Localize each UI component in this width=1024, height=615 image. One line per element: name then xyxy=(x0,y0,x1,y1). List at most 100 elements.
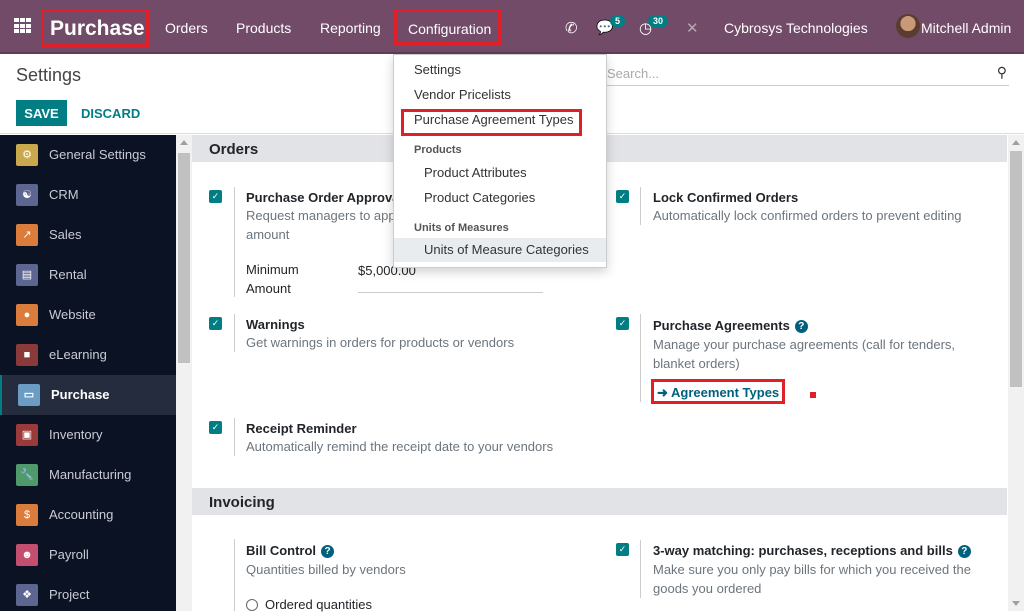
avatar[interactable] xyxy=(896,14,920,38)
search-placeholder: Search... xyxy=(607,66,660,81)
sidebar-item-label: Project xyxy=(49,587,90,602)
top-navbar: Purchase Orders Products Reporting Confi… xyxy=(0,0,1024,54)
divider xyxy=(234,418,235,456)
main-scroll-thumb[interactable] xyxy=(1010,151,1022,387)
dropdown-item-uom-categories[interactable]: Units of Measure Categories xyxy=(394,238,606,262)
user-menu[interactable]: Mitchell Admin xyxy=(921,20,1011,36)
minimum-amount-label-2: Amount xyxy=(246,281,291,296)
lock-orders-desc: Automatically lock confirmed orders to p… xyxy=(653,208,962,223)
three-way-matching-title: 3-way matching: purchases, receptions an… xyxy=(653,543,971,559)
divider xyxy=(234,539,235,611)
agreements-desc: Manage your purchase agreements (call fo… xyxy=(653,337,956,352)
sidebar-scrollbar[interactable] xyxy=(176,135,192,611)
menu-orders[interactable]: Orders xyxy=(165,20,208,36)
help-icon[interactable]: ? xyxy=(957,545,971,559)
bill-control-title: Bill Control? xyxy=(246,543,335,559)
scroll-up-icon[interactable] xyxy=(180,140,188,145)
search-icon[interactable]: ⚲ xyxy=(997,64,1007,81)
receipt-reminder-checkbox[interactable]: ✓ xyxy=(209,421,222,434)
ordered-quantities-radio[interactable] xyxy=(246,599,258,611)
po-approval-desc: Request managers to app xyxy=(246,208,396,223)
bill-control-desc: Quantities billed by vendors xyxy=(246,562,406,577)
scroll-down-icon[interactable] xyxy=(1012,601,1020,606)
scroll-up-icon[interactable] xyxy=(1012,140,1020,145)
sidebar-item-crm[interactable]: ☯ CRM xyxy=(0,175,176,215)
company-switcher[interactable]: Cybrosys Technologies xyxy=(724,20,868,36)
chart-icon: ↗ xyxy=(16,224,38,246)
globe-icon: ● xyxy=(16,304,38,326)
discard-button[interactable]: DISCARD xyxy=(81,106,140,121)
sidebar-item-general-settings[interactable]: ⚙ General Settings xyxy=(0,135,176,175)
sidebar-item-label: Sales xyxy=(49,227,82,242)
sidebar-item-manufacturing[interactable]: 🔧 Manufacturing xyxy=(0,455,176,495)
sidebar-item-label: Accounting xyxy=(49,507,114,522)
warnings-title: Warnings xyxy=(246,317,305,332)
search-input[interactable]: Search... ⚲ xyxy=(607,62,1009,86)
sidebar-item-label: Purchase xyxy=(51,387,110,402)
credit-card-icon: ▭ xyxy=(18,384,40,406)
sidebar-item-website[interactable]: ● Website xyxy=(0,295,176,335)
agreements-desc-2: blanket orders) xyxy=(653,356,740,371)
chat-count-badge: 5 xyxy=(610,15,626,27)
agreements-checkbox[interactable]: ✓ xyxy=(616,317,629,330)
receipt-reminder-desc: Automatically remind the receipt date to… xyxy=(246,439,554,454)
agreements-title-text: Purchase Agreements xyxy=(653,318,790,333)
dropdown-item-product-categories[interactable]: Product Categories xyxy=(394,186,606,210)
dropdown-item-vendor-pricelists[interactable]: Vendor Pricelists xyxy=(394,83,606,107)
rental-icon: ▤ xyxy=(16,264,38,286)
menu-products[interactable]: Products xyxy=(236,20,291,36)
sidebar-item-label: eLearning xyxy=(49,347,107,362)
sidebar-item-accounting[interactable]: $ Accounting xyxy=(0,495,176,535)
minimum-amount-underline xyxy=(358,292,543,293)
three-way-title-text: 3-way matching: purchases, receptions an… xyxy=(653,543,953,558)
sidebar-item-inventory[interactable]: ▣ Inventory xyxy=(0,415,176,455)
menu-reporting[interactable]: Reporting xyxy=(320,20,381,36)
ordered-quantities-label[interactable]: Ordered quantities xyxy=(265,595,372,614)
configuration-dropdown: Settings Vendor Pricelists Purchase Agre… xyxy=(393,54,607,268)
elearning-icon: ■ xyxy=(16,344,38,366)
help-icon[interactable]: ? xyxy=(794,320,808,334)
activity-count-badge: 30 xyxy=(648,15,669,27)
annotation-highlight xyxy=(401,109,582,136)
sidebar-item-payroll[interactable]: ☻ Payroll xyxy=(0,535,176,575)
payroll-icon: ☻ xyxy=(16,544,38,566)
page-title: Settings xyxy=(16,65,82,85)
apps-menu-icon[interactable] xyxy=(14,18,32,34)
dropdown-item-product-attributes[interactable]: Product Attributes xyxy=(394,161,606,185)
divider xyxy=(640,314,641,402)
dropdown-header-uom: Units of Measures xyxy=(414,222,509,234)
three-way-matching-desc-2: goods you ordered xyxy=(653,581,762,596)
gear-icon: ⚙ xyxy=(16,144,38,166)
sidebar-item-label: Payroll xyxy=(49,547,89,562)
box-icon: ▣ xyxy=(16,424,38,446)
sidebar-scroll-thumb[interactable] xyxy=(178,153,190,363)
sidebar-item-project[interactable]: ❖ Project xyxy=(0,575,176,615)
dropdown-item-settings[interactable]: Settings xyxy=(394,58,606,82)
help-icon[interactable]: ? xyxy=(321,545,335,559)
divider xyxy=(640,540,641,598)
annotation-marker xyxy=(810,392,816,398)
save-button[interactable]: SAVE xyxy=(16,100,67,126)
sidebar-item-sales[interactable]: ↗ Sales xyxy=(0,215,176,255)
app-brand[interactable]: Purchase xyxy=(41,9,149,47)
settings-sidebar: ⚙ General Settings ☯ CRM ↗ Sales ▤ Rental ● W… xyxy=(0,135,176,611)
lock-orders-checkbox[interactable]: ✓ xyxy=(616,190,629,203)
sidebar-item-label: Rental xyxy=(49,267,87,282)
phone-icon[interactable]: ✆ xyxy=(565,19,578,37)
warnings-checkbox[interactable]: ✓ xyxy=(209,317,222,330)
minimum-amount-label: Minimum xyxy=(246,262,299,277)
po-approval-checkbox[interactable]: ✓ xyxy=(209,190,222,203)
main-scrollbar[interactable] xyxy=(1008,135,1024,611)
sidebar-item-label: General Settings xyxy=(49,147,146,162)
menu-configuration[interactable]: Configuration xyxy=(394,9,501,45)
sidebar-item-label: Manufacturing xyxy=(49,467,132,482)
debug-icon[interactable]: ✕ xyxy=(686,19,699,37)
sidebar-item-purchase[interactable]: ▭ Purchase xyxy=(0,375,176,415)
sidebar-item-elearning[interactable]: ■ eLearning xyxy=(0,335,176,375)
three-way-matching-checkbox[interactable]: ✓ xyxy=(616,543,629,556)
three-way-matching-desc: Make sure you only pay bills for which y… xyxy=(653,562,971,577)
invoice-icon: $ xyxy=(16,504,38,526)
sidebar-item-rental[interactable]: ▤ Rental xyxy=(0,255,176,295)
po-approval-title: Purchase Order Approval xyxy=(246,190,404,205)
sidebar-item-label: Inventory xyxy=(49,427,103,442)
